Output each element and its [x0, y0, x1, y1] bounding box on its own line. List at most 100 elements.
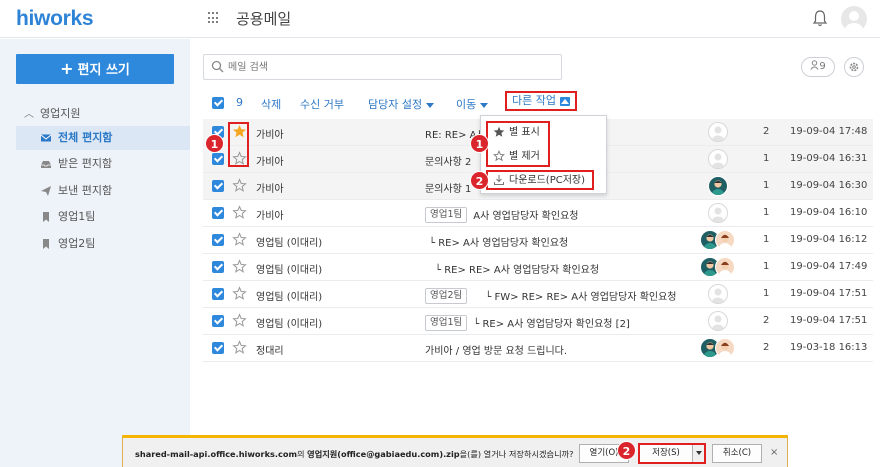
star-outline-icon[interactable] — [232, 205, 247, 220]
folder-group-header[interactable]: ︿ 영업지원 — [24, 105, 80, 121]
sidebar-item-all-mail[interactable]: 전체 편지함 — [16, 126, 190, 150]
mail-sender: 영업팀 (이대리) — [256, 265, 323, 276]
step-badge: 2 — [470, 171, 489, 190]
thread-count: 1 — [763, 288, 770, 299]
sidebar-item-sent[interactable]: 보낸 편지함 — [16, 179, 190, 203]
caret-down-icon — [480, 102, 489, 108]
thread-count: 2 — [763, 342, 770, 353]
person-icon — [810, 60, 819, 70]
mail-sender: 가비아 — [256, 157, 284, 168]
mail-date: 19-03-18 16:13 — [790, 342, 868, 353]
table-row[interactable]: 영업팀 (이대리) └ RE> RE> A사 영업담당자 확인요청 1 19-0… — [203, 254, 873, 281]
mail-subject[interactable]: 영업1팀 └ RE> A사 영업담당자 확인요청 [2] — [425, 315, 630, 333]
gear-icon — [849, 62, 859, 72]
avatar — [708, 284, 728, 304]
table-row[interactable]: 영업팀 (이대리) 영업2팀 └ FW> RE> RE> A사 영업담당자 확인요… — [203, 281, 873, 308]
table-row[interactable]: 영업팀 (이대리) 영업1팀 └ RE> A사 영업담당자 확인요청 [2] 2 … — [203, 308, 873, 335]
mail-sender: 영업팀 (이대리) — [256, 319, 323, 330]
team-tag: 영업1팀 — [425, 207, 468, 223]
mail-subject[interactable]: 영업1팀 A사 영업담당자 확인요청 — [425, 207, 578, 225]
avatar — [708, 203, 728, 223]
star-options-highlight-box — [486, 121, 550, 167]
thread-count: 1 — [763, 180, 770, 191]
save-options-arrow-icon[interactable] — [692, 445, 704, 462]
cancel-button[interactable]: 취소(C) — [712, 444, 762, 463]
user-avatar[interactable] — [841, 6, 867, 32]
other-actions-menu[interactable]: 다른 작업 — [505, 91, 577, 111]
row-checkbox[interactable] — [212, 153, 224, 165]
search-input[interactable] — [228, 58, 548, 76]
row-checkbox[interactable] — [212, 234, 224, 246]
caret-up-icon — [560, 97, 570, 106]
delete-button[interactable]: 삭제 — [261, 96, 281, 112]
download-message-mid: 의 — [297, 449, 308, 459]
bell-icon[interactable] — [812, 9, 828, 27]
apps-grid-icon[interactable] — [208, 12, 220, 24]
selected-count: 9 — [236, 96, 243, 109]
mail-date: 19-09-04 16:10 — [790, 207, 868, 218]
avatar — [708, 149, 728, 169]
row-checkbox[interactable] — [212, 315, 224, 327]
table-row[interactable]: 정대리 가비아 / 영업 방문 요청 드립니다. 2 19-03-18 16:1… — [203, 335, 873, 362]
row-checkbox[interactable] — [212, 342, 224, 354]
mail-sender: 정대리 — [256, 346, 284, 357]
step-badge: 1 — [470, 134, 489, 153]
avatar — [708, 311, 728, 331]
table-row[interactable]: 가비아 영업1팀 A사 영업담당자 확인요청 1 19-09-04 16:10 — [203, 200, 873, 227]
table-row[interactable]: 영업팀 (이대리) └ RE> A사 영업담당자 확인요청 1 19-09-04… — [203, 227, 873, 254]
avatar — [708, 176, 728, 196]
download-message-suffix: 을(를) 열거나 저장하시겠습니까? — [459, 449, 574, 459]
thread-count: 1 — [763, 153, 770, 164]
mail-subject[interactable]: 문의사항 1 — [425, 180, 471, 195]
shared-members-button[interactable]: 9 — [801, 57, 835, 77]
folder-group-label: 영업지원 — [40, 107, 81, 120]
mail-subject[interactable]: 가비아 / 영업 방문 요청 드립니다. — [425, 342, 567, 357]
mail-subject[interactable]: 문의사항 2 — [425, 153, 471, 168]
settings-button[interactable] — [844, 57, 864, 77]
row-checkbox[interactable] — [212, 207, 224, 219]
sidebar-item-team1[interactable]: 영업1팀 — [16, 205, 190, 229]
mail-sender: 영업팀 (이대리) — [256, 238, 323, 249]
save-button[interactable]: 저장(S) — [640, 445, 692, 462]
move-menu[interactable]: 이동 — [456, 96, 489, 112]
mail-date: 19-09-04 17:48 — [790, 126, 868, 137]
close-icon[interactable]: × — [770, 447, 778, 458]
mail-date: 19-09-04 17:51 — [790, 315, 868, 326]
mail-subject[interactable]: 영업2팀 └ FW> RE> RE> A사 영업담당자 확인요청 — [425, 288, 677, 306]
save-split-button[interactable]: 저장(S) — [638, 443, 706, 464]
caret-down-icon — [426, 102, 435, 108]
star-outline-icon[interactable] — [232, 178, 247, 193]
star-outline-icon[interactable] — [232, 340, 247, 355]
step-badge: 2 — [617, 441, 636, 460]
star-outline-icon[interactable] — [232, 259, 247, 274]
select-all-checkbox[interactable] — [212, 97, 224, 109]
star-outline-icon[interactable] — [232, 286, 247, 301]
row-checkbox[interactable] — [212, 180, 224, 192]
move-label: 이동 — [456, 98, 477, 111]
sidebar-item-label: 전체 편지함 — [58, 131, 113, 144]
sidebar-item-inbox[interactable]: 받은 편지함 — [16, 152, 190, 176]
envelope-icon — [40, 134, 52, 142]
plus-icon: + — [60, 59, 74, 78]
members-count: 9 — [819, 61, 826, 72]
download-notification-bar: shared-mail-api.office.hiworks.com의 영업지원… — [122, 435, 788, 467]
mail-sender: 가비아 — [256, 130, 284, 141]
mail-subject[interactable]: └ RE> RE> A사 영업담당자 확인요청 — [435, 261, 599, 276]
logo[interactable]: hiworks — [16, 7, 94, 31]
compose-button[interactable]: + 편지 쓰기 — [16, 54, 174, 84]
star-outline-icon[interactable] — [232, 313, 247, 328]
star-outline-icon[interactable] — [232, 232, 247, 247]
mail-date: 19-09-04 17:51 — [790, 288, 868, 299]
search-box — [203, 54, 562, 80]
sidebar: + 편지 쓰기 ︿ 영업지원 전체 편지함 받은 편지함 보낸 편지함 영업1팀 영… — [0, 39, 190, 467]
assignee-label: 담당자 설정 — [368, 98, 423, 111]
assignee-menu[interactable]: 담당자 설정 — [368, 96, 435, 112]
avatar — [715, 257, 735, 277]
row-checkbox[interactable] — [212, 288, 224, 300]
block-sender-button[interactable]: 수신 거부 — [300, 96, 344, 112]
sidebar-item-label: 보낸 편지함 — [58, 184, 113, 197]
row-checkbox[interactable] — [212, 261, 224, 273]
mail-subject[interactable]: └ RE> A사 영업담당자 확인요청 — [429, 234, 568, 249]
avatar — [708, 122, 728, 142]
sidebar-item-team2[interactable]: 영업2팀 — [16, 232, 190, 256]
